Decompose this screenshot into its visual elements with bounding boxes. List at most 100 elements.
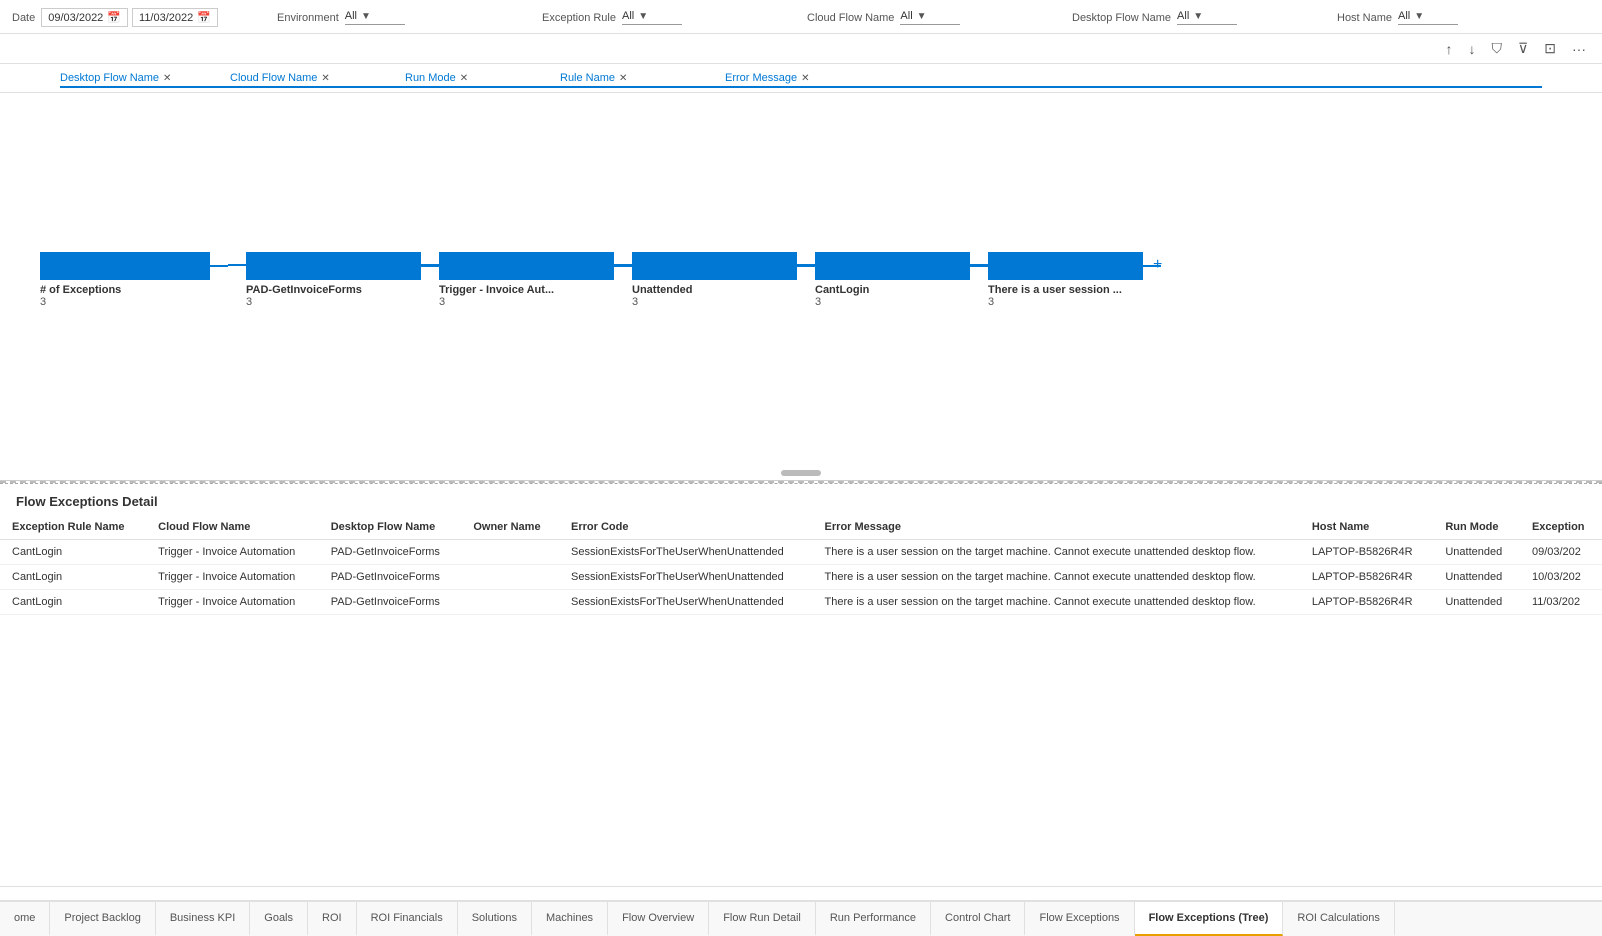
tab-control-chart[interactable]: Control Chart: [931, 902, 1025, 936]
date-range: 09/03/2022 📅 11/03/2022 📅: [41, 8, 218, 27]
th-exception-rule[interactable]: Exception Rule Name: [0, 515, 146, 540]
cell-owner-0: [461, 540, 559, 565]
th-error-code[interactable]: Error Code: [559, 515, 813, 540]
node-bar-1[interactable]: [439, 252, 614, 280]
cell-owner-2: [461, 590, 559, 615]
cell-cloud-flow-0: Trigger - Invoice Automation: [146, 540, 319, 565]
date-start-input[interactable]: 09/03/2022 📅: [41, 8, 128, 27]
filter-button[interactable]: ⊽: [1514, 38, 1532, 59]
cell-desktop-flow-2: PAD-GetInvoiceForms: [319, 590, 462, 615]
more-button[interactable]: ···: [1568, 39, 1590, 59]
col-header-run-mode[interactable]: Run Mode ✕: [405, 72, 560, 88]
nav-tabs: ome Project Backlog Business KPI Goals R…: [0, 900, 1602, 936]
decomp-scroll-thumb: [781, 470, 821, 476]
node-bar-2[interactable]: [632, 252, 797, 280]
th-owner[interactable]: Owner Name: [461, 515, 559, 540]
tab-solutions[interactable]: Solutions: [458, 902, 532, 936]
node-count-0: 3: [246, 296, 252, 308]
tab-flow-overview[interactable]: Flow Overview: [608, 902, 709, 936]
cell-error-message-0: There is a user session on the target ma…: [813, 540, 1300, 565]
th-run-mode[interactable]: Run Mode: [1433, 515, 1520, 540]
tab-business-kpi[interactable]: Business KPI: [156, 902, 250, 936]
col-header-rule-name[interactable]: Rule Name ✕: [560, 72, 725, 88]
close-run-mode-icon[interactable]: ✕: [460, 73, 468, 84]
th-exception[interactable]: Exception: [1520, 515, 1602, 540]
cell-cloud-flow-1: Trigger - Invoice Automation: [146, 565, 319, 590]
cell-desktop-flow-0: PAD-GetInvoiceForms: [319, 540, 462, 565]
filter-row: Date 09/03/2022 📅 11/03/2022 📅 Environme…: [12, 8, 1590, 27]
desktop-flow-select[interactable]: All ▼: [1177, 10, 1237, 25]
horizontal-scrollbar[interactable]: [0, 886, 1602, 900]
cell-error-message-1: There is a user session on the target ma…: [813, 565, 1300, 590]
cloud-flow-value: All: [900, 10, 912, 22]
environment-select[interactable]: All ▼: [345, 10, 405, 25]
cell-error-code-1: SessionExistsForTheUserWhenUnattended: [559, 565, 813, 590]
date-start-value: 09/03/2022: [48, 12, 103, 24]
th-host-name[interactable]: Host Name: [1300, 515, 1434, 540]
host-name-label: Host Name: [1337, 12, 1392, 24]
tab-roi[interactable]: ROI: [308, 902, 357, 936]
exception-rule-label: Exception Rule: [542, 12, 616, 24]
tab-roi-financials[interactable]: ROI Financials: [357, 902, 458, 936]
detail-table-wrap[interactable]: Exception Rule Name Cloud Flow Name Desk…: [0, 515, 1602, 886]
root-bar[interactable]: [40, 252, 210, 280]
close-error-message-icon[interactable]: ✕: [801, 73, 809, 84]
cell-run-mode-1: Unattended: [1433, 565, 1520, 590]
exception-rule-select[interactable]: All ▼: [622, 10, 682, 25]
node-label-1: Trigger - Invoice Aut...: [439, 284, 554, 296]
cell-error-code-0: SessionExistsForTheUserWhenUnattended: [559, 540, 813, 565]
tab-flow-exceptions-tree[interactable]: Flow Exceptions (Tree): [1135, 902, 1284, 936]
th-desktop-flow[interactable]: Desktop Flow Name: [319, 515, 462, 540]
detail-section-title: Flow Exceptions Detail: [0, 484, 1602, 515]
node-count-3: 3: [815, 296, 821, 308]
tab-project-backlog[interactable]: Project Backlog: [50, 902, 155, 936]
decomp-node-2: Unattended 3: [632, 252, 797, 308]
node-bar-0[interactable]: [246, 252, 421, 280]
date-end-value: 11/03/2022: [139, 12, 193, 24]
table-row[interactable]: CantLogin Trigger - Invoice Automation P…: [0, 540, 1602, 565]
close-cloud-flow-icon[interactable]: ✕: [321, 73, 329, 84]
export-button[interactable]: ⊡: [1540, 38, 1560, 59]
detail-table: Exception Rule Name Cloud Flow Name Desk…: [0, 515, 1602, 615]
tab-goals[interactable]: Goals: [250, 902, 308, 936]
connector-0: [228, 264, 246, 266]
tab-run-performance[interactable]: Run Performance: [816, 902, 931, 936]
table-body: CantLogin Trigger - Invoice Automation P…: [0, 540, 1602, 615]
tab-flow-run-detail[interactable]: Flow Run Detail: [709, 902, 816, 936]
th-error-message[interactable]: Error Message: [813, 515, 1300, 540]
cloud-flow-select[interactable]: All ▼: [900, 10, 960, 25]
th-cloud-flow[interactable]: Cloud Flow Name: [146, 515, 319, 540]
col-header-cloud-flow[interactable]: Cloud Flow Name ✕: [230, 72, 405, 88]
chevron-down-icon-3: ▼: [917, 11, 927, 22]
hierarchy-button[interactable]: ⛉: [1488, 38, 1507, 59]
decomp-node-3: CantLogin 3: [815, 252, 970, 308]
node-count-1: 3: [439, 296, 445, 308]
close-desktop-flow-icon[interactable]: ✕: [163, 73, 171, 84]
cloud-flow-label: Cloud Flow Name: [807, 12, 894, 24]
sort-asc-button[interactable]: ↑: [1442, 39, 1457, 59]
calendar-icon[interactable]: 📅: [107, 11, 121, 24]
node-bar-4[interactable]: [988, 252, 1143, 280]
node-label-2: Unattended: [632, 284, 693, 296]
close-rule-name-icon[interactable]: ✕: [619, 73, 627, 84]
tab-roi-calculations[interactable]: ROI Calculations: [1283, 902, 1395, 936]
table-row[interactable]: CantLogin Trigger - Invoice Automation P…: [0, 590, 1602, 615]
chevron-down-icon-4: ▼: [1193, 11, 1203, 22]
cell-exception-1: 10/03/202: [1520, 565, 1602, 590]
node-label-3: CantLogin: [815, 284, 869, 296]
date-end-input[interactable]: 11/03/2022 📅: [132, 8, 218, 27]
cell-run-mode-0: Unattended: [1433, 540, 1520, 565]
node-bar-3[interactable]: [815, 252, 970, 280]
host-name-select[interactable]: All ▼: [1398, 10, 1458, 25]
col-header-error-message-label: Error Message: [725, 72, 797, 84]
environment-label: Environment: [277, 12, 339, 24]
calendar-icon-end[interactable]: 📅: [197, 11, 211, 24]
tab-machines[interactable]: Machines: [532, 902, 608, 936]
tab-home[interactable]: ome: [0, 902, 50, 936]
cell-exception-2: 11/03/202: [1520, 590, 1602, 615]
col-header-error-message[interactable]: Error Message ✕: [725, 72, 1542, 88]
sort-desc-button[interactable]: ↓: [1465, 39, 1480, 59]
table-row[interactable]: CantLogin Trigger - Invoice Automation P…: [0, 565, 1602, 590]
col-header-desktop-flow[interactable]: Desktop Flow Name ✕: [60, 72, 230, 88]
tab-flow-exceptions[interactable]: Flow Exceptions: [1025, 902, 1134, 936]
